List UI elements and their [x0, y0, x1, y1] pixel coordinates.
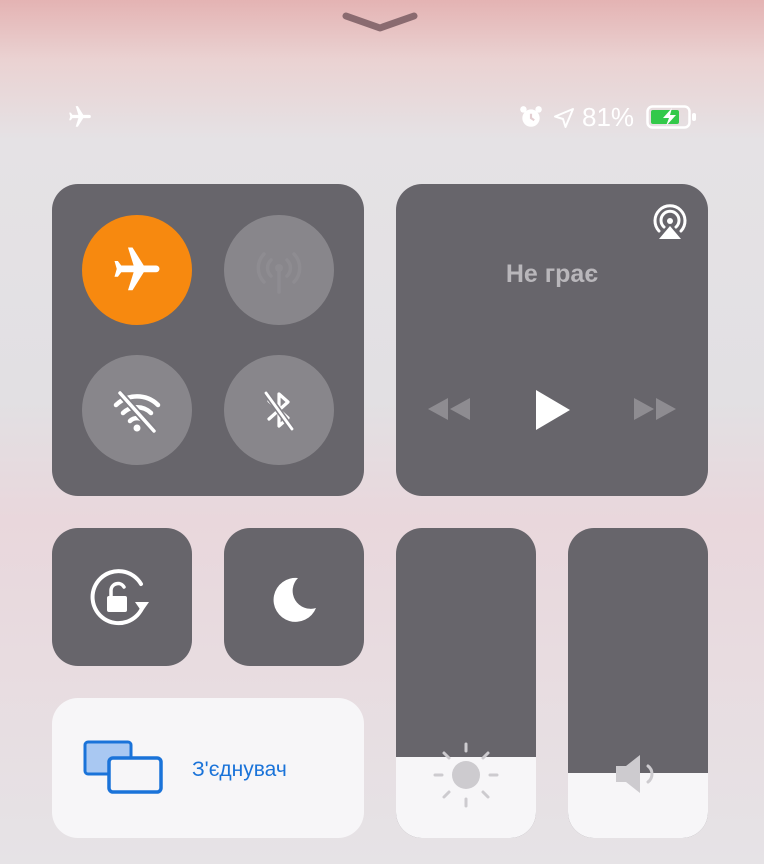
airplane-mode-toggle[interactable]	[82, 215, 192, 325]
rotation-lock-icon	[90, 569, 149, 626]
do-not-disturb-button[interactable]	[224, 528, 364, 666]
now-playing-title: Не грає	[505, 260, 599, 288]
alarm-icon	[520, 106, 542, 127]
rewind-icon[interactable]	[426, 396, 472, 422]
bluetooth-off-icon	[263, 391, 295, 431]
location-icon	[554, 108, 574, 128]
dismiss-chevron-icon[interactable]	[340, 8, 420, 34]
connectivity-panel	[52, 184, 364, 496]
now-playing-panel: Не грає	[396, 184, 708, 496]
battery-percentage: 81%	[582, 102, 635, 132]
airplane-mode-icon	[114, 247, 160, 291]
play-icon[interactable]	[530, 387, 574, 433]
wifi-toggle[interactable]	[82, 355, 192, 465]
screen-mirroring-label: З'єднувач	[192, 758, 287, 781]
bluetooth-toggle[interactable]	[224, 355, 334, 465]
brightness-slider[interactable]	[396, 528, 536, 838]
screen-mirroring-button[interactable]: З'єднувач	[52, 698, 364, 838]
screen-mirroring-icon	[83, 740, 163, 794]
wifi-off-icon	[113, 390, 161, 434]
sun-icon	[433, 742, 499, 808]
moon-icon	[273, 577, 316, 622]
battery-charging-icon	[646, 105, 696, 129]
airplay-icon[interactable]	[650, 202, 690, 242]
volume-slider[interactable]	[568, 528, 708, 838]
cellular-antenna-icon	[256, 252, 302, 294]
speaker-icon	[616, 755, 654, 793]
cellular-data-toggle[interactable]	[224, 215, 334, 325]
rotation-lock-button[interactable]	[52, 528, 192, 666]
airplane-icon	[69, 106, 91, 127]
fast-forward-icon[interactable]	[632, 396, 678, 422]
